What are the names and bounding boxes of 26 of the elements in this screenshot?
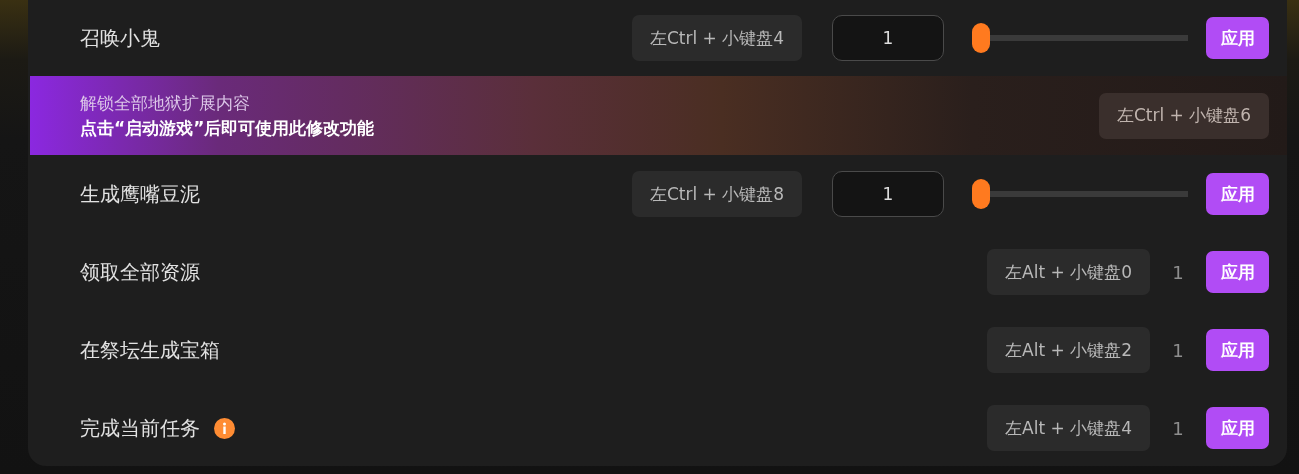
cheat-label: 领取全部资源 <box>80 258 200 286</box>
value-input[interactable]: 1 <box>832 171 944 217</box>
slider-thumb[interactable] <box>972 179 990 209</box>
apply-button[interactable]: 应用 <box>1206 17 1269 59</box>
info-icon[interactable] <box>214 417 235 439</box>
cheat-label: 在祭坛生成宝箱 <box>80 336 220 364</box>
cheat-label: 生成鹰嘴豆泥 <box>80 180 200 208</box>
cheat-label: 召唤小鬼 <box>80 24 160 52</box>
hotkey-chip[interactable]: 左Ctrl + 小键盘4 <box>631 15 802 61</box>
hotkey-chip[interactable]: 左Ctrl + 小键盘8 <box>631 171 802 217</box>
apply-button[interactable]: 应用 <box>1206 329 1269 371</box>
count-text: 1 <box>1171 339 1185 361</box>
apply-button[interactable]: 应用 <box>1206 173 1269 215</box>
apply-button[interactable]: 应用 <box>1206 407 1269 449</box>
hotkey-chip[interactable]: 左Alt + 小键盘0 <box>987 249 1150 295</box>
count-text: 1 <box>1171 417 1185 439</box>
cheat-label: 完成当前任务 <box>80 414 200 442</box>
value-input[interactable]: 1 <box>832 15 944 61</box>
hotkey-chip[interactable]: 左Alt + 小键盘4 <box>987 405 1150 451</box>
banner-message: 点击“启动游戏”后即可使用此修改功能 <box>80 116 376 140</box>
banner-title: 解锁全部地狱扩展内容 <box>80 91 251 115</box>
apply-button[interactable]: 应用 <box>1206 251 1269 293</box>
hotkey-chip[interactable]: 左Ctrl + 小键盘6 <box>1098 92 1269 139</box>
count-text: 1 <box>1171 261 1185 283</box>
slider-thumb[interactable] <box>972 23 990 53</box>
hotkey-chip[interactable]: 左Alt + 小键盘2 <box>987 327 1150 373</box>
